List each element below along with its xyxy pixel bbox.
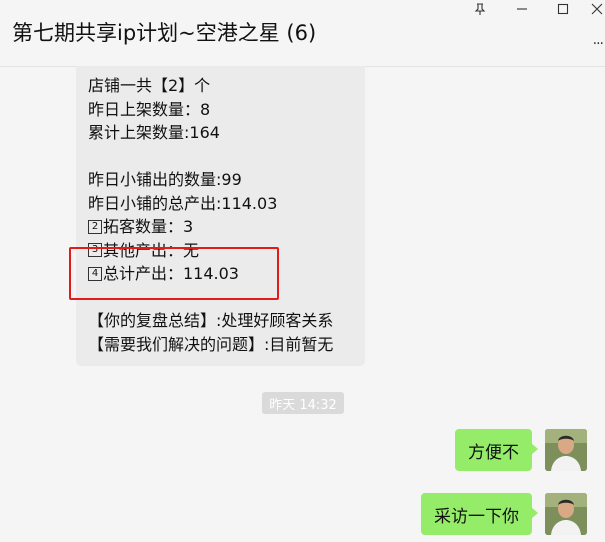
- message-line-item-2: 2 拓客数量：3: [88, 215, 365, 239]
- message-text: 采访一下你: [434, 506, 519, 527]
- message-line: 昨日上架数量：8: [88, 99, 211, 119]
- timestamp: 昨天 14:32: [262, 392, 344, 414]
- bubble-tail: [531, 443, 538, 455]
- message-line: 累计上架数量:164: [88, 123, 220, 142]
- bubble-tail: [531, 507, 538, 519]
- avatar[interactable]: [545, 493, 587, 535]
- number-2-icon: 2: [88, 219, 102, 234]
- message-text: 方便不: [468, 442, 519, 463]
- message-line: 店铺一共【2】个: [88, 76, 211, 95]
- chat-title: 第七期共享ip计划~空港之星 (6): [12, 21, 317, 45]
- close-icon[interactable]: [584, 0, 605, 18]
- message-line: 【你的复盘总结】:处理好顾客关系: [88, 311, 334, 330]
- maximize-icon[interactable]: [550, 0, 576, 18]
- incoming-message-bubble[interactable]: 店铺一共【2】个 昨日上架数量：8 累计上架数量:164 昨日小铺出的数量:99…: [76, 66, 365, 366]
- message-line: 昨日小铺出的数量:99: [88, 170, 242, 189]
- avatar[interactable]: [545, 429, 587, 471]
- pin-icon[interactable]: [467, 0, 493, 18]
- minimize-icon[interactable]: [509, 0, 535, 18]
- message-line: 昨日小铺的总产出:114.03: [88, 193, 278, 213]
- message-line: 【需要我们解决的问题】:目前暂无: [88, 334, 334, 354]
- outgoing-message-bubble[interactable]: 采访一下你: [421, 493, 538, 535]
- outgoing-message-bubble[interactable]: 方便不: [455, 429, 538, 471]
- item-text: 拓客数量：3: [103, 217, 194, 236]
- highlight-box: [69, 247, 279, 300]
- more-options-icon[interactable]: ···: [593, 36, 604, 52]
- title-bar: 第七期共享ip计划~空港之星 (6) ···: [0, 0, 605, 67]
